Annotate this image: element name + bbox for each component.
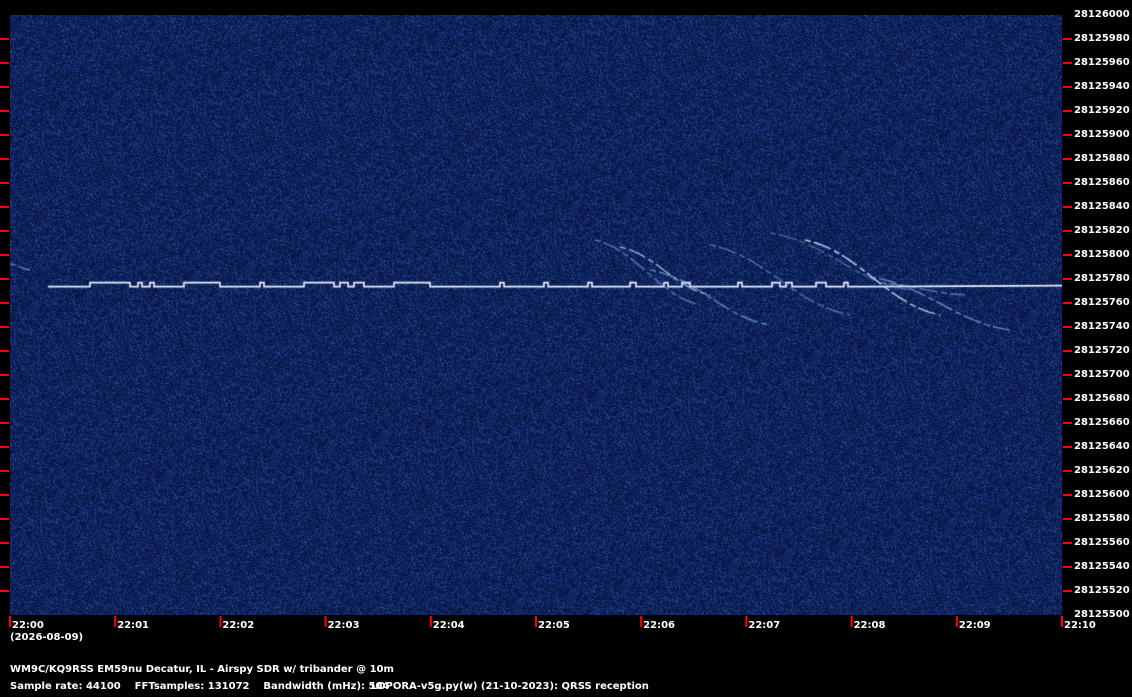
y-tick-label: 28125980 [1074, 33, 1130, 44]
y-tick-label: 28125820 [1074, 225, 1130, 236]
y-tick-label: 28125700 [1074, 369, 1130, 380]
x-tick-label: 22:00 [12, 620, 44, 631]
y-tick-label: 28125600 [1074, 489, 1130, 500]
x-tick-label: 22:09 [958, 620, 991, 631]
y-tick-label: 28125920 [1074, 105, 1130, 116]
x-tick-label: 22:02 [222, 620, 255, 631]
y-tick-label: 28125580 [1074, 513, 1130, 524]
y-tick-label: 28125560 [1074, 537, 1130, 548]
program-info: LOPORA-v5g.py(w) (21-10-2023): QRSS rece… [371, 681, 649, 692]
y-tick-label: 28125520 [1074, 585, 1130, 596]
y-tick-label: 28125760 [1074, 297, 1130, 308]
x-tick-label: 22:08 [853, 620, 886, 631]
x-tick-label: 22:05 [538, 620, 570, 631]
y-tick-label: 28125860 [1074, 177, 1130, 188]
y-tick-label: 28125800 [1074, 249, 1130, 260]
y-tick-label: 28125940 [1074, 81, 1130, 92]
y-tick-label: 28125880 [1074, 153, 1130, 164]
x-tick-label: 22:01 [117, 620, 150, 631]
x-date-label: (2026-08-09) [10, 632, 84, 643]
x-tick-label: 22:10 [1064, 620, 1096, 631]
y-tick-label: 28125660 [1074, 417, 1130, 428]
y-tick-label: 28125740 [1074, 321, 1130, 332]
x-tick-label: 22:06 [643, 620, 676, 631]
axis-overlay [0, 38, 1072, 627]
y-tick-label: 28126000 [1074, 9, 1130, 20]
y-tick-label: 28125620 [1074, 465, 1130, 476]
y-tick-label: 28125900 [1074, 129, 1130, 140]
x-tick-label: 22:04 [432, 620, 465, 631]
y-tick-label: 28125640 [1074, 441, 1130, 452]
y-tick-label: 28125960 [1074, 57, 1130, 68]
sample-info: Sample rate: 44100 FFTsamples: 131072 Ba… [10, 681, 390, 692]
y-tick-label: 28125840 [1074, 201, 1130, 212]
y-tick-label: 28125680 [1074, 393, 1130, 404]
station-info: WM9C/KQ9RSS EM59nu Decatur, IL - Airspy … [10, 664, 394, 675]
x-tick-label: 22:07 [748, 620, 781, 631]
y-tick-label: 28125780 [1074, 273, 1130, 284]
x-tick-label: 22:03 [327, 620, 360, 631]
y-tick-label: 28125540 [1074, 561, 1130, 572]
y-tick-label: 28125720 [1074, 345, 1130, 356]
